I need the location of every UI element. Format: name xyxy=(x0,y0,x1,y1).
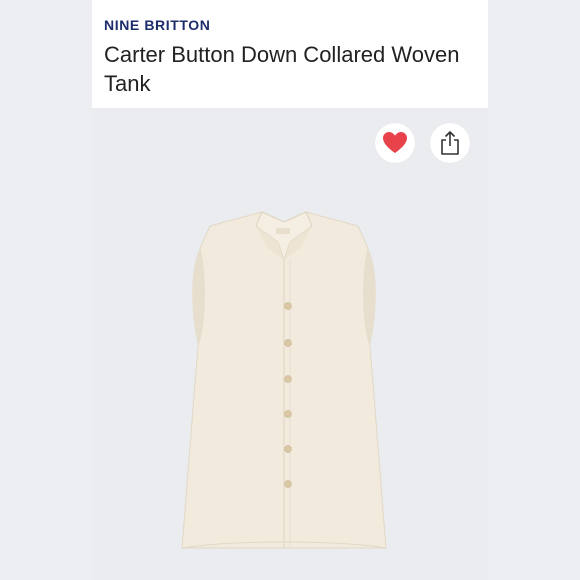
brand-name[interactable]: NINE BRITTON xyxy=(104,17,211,33)
heart-icon xyxy=(383,132,407,153)
like-button[interactable] xyxy=(375,123,415,163)
product-image[interactable] xyxy=(172,208,396,560)
product-title: Carter Button Down Collared Woven Tank xyxy=(104,42,460,96)
share-icon xyxy=(441,131,459,155)
share-button[interactable] xyxy=(430,123,470,163)
